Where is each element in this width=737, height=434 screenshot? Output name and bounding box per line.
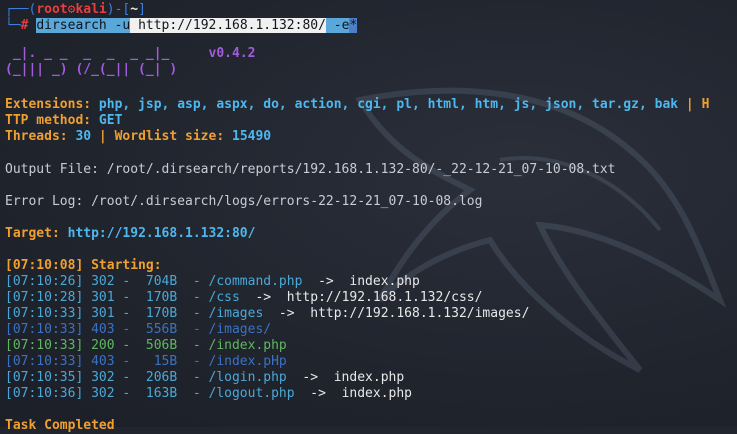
result-row: [07:10:26] 302 - 704B - /command.php -> …: [5, 274, 420, 290]
redirect-arrow-icon: ->: [263, 306, 311, 321]
terminal-window[interactable]: ┌──(root⚙kali)-[~] └─# dirsearch -u http…: [0, 0, 737, 433]
task-completed-line: Task Completed: [5, 418, 115, 433]
result-main: [07:10:33] 403 - 556B - /images/: [5, 322, 272, 337]
result-row: [07:10:36] 302 - 163B - /logout.php -> i…: [5, 386, 412, 402]
redirect-target: index.php: [341, 386, 413, 401]
banner-line-2: (_||| _) (/_(_|| (_| ): [5, 62, 178, 77]
result-row: [07:10:33] 403 - 556B - /images/: [5, 322, 271, 338]
redirect-arrow-icon: ->: [294, 386, 342, 401]
result-row: [07:10:33] 200 - 506B - /index.php: [5, 338, 287, 354]
redirect-arrow-icon: ->: [239, 290, 287, 305]
result-row: [07:10:35] 302 - 206B - /login.php -> in…: [5, 370, 404, 386]
starting-line: [07:10:08] Starting:: [5, 258, 162, 273]
redirect-target: http://192.168.1.132/images/: [310, 306, 530, 321]
redirect-target: index.php: [349, 274, 420, 289]
redirect-arrow-icon: ->: [302, 274, 350, 289]
output-file-line: Output File: /root/.dirsearch/reports/19…: [5, 162, 616, 177]
result-main: [07:10:35] 302 - 206B - /login.php: [5, 370, 287, 385]
redirect-target: index.php: [333, 370, 405, 385]
cursor-arg: *: [349, 18, 358, 33]
flag-u: -u: [114, 18, 131, 33]
result-main: [07:10:26] 302 - 704B - /command.php: [5, 274, 303, 289]
redirect-arrow-icon: ->: [286, 370, 334, 385]
command-url: http://192.168.1.132:80/: [138, 18, 326, 33]
result-main: [07:10:28] 301 - 170B - /css: [5, 290, 240, 305]
result-main: [07:10:36] 302 - 163B - /logout.php: [5, 386, 295, 401]
target-line: Target: http://192.168.1.132:80/: [5, 226, 256, 241]
version-label: v0.4.2: [208, 46, 256, 61]
threads-line: Threads: 30 | Wordlist size: 15490: [5, 129, 272, 144]
result-row: [07:10:33] 403 - 15B - /index.pHp: [5, 354, 287, 370]
result-row: [07:10:33] 301 - 170B - /images -> http:…: [5, 306, 529, 322]
error-log-line: Error Log: /root/.dirsearch/logs/errors-…: [5, 194, 483, 209]
command-line[interactable]: └─# dirsearch -u http://192.168.1.132:80…: [5, 18, 358, 34]
flag-e: -e: [333, 18, 350, 33]
extensions-line: Extensions: php, jsp, asp, aspx, do, act…: [5, 97, 710, 112]
result-row: [07:10:28] 301 - 170B - /css -> http://1…: [5, 290, 482, 306]
result-main: [07:10:33] 403 - 15B - /index.pHp: [5, 354, 287, 369]
redirect-target: http://192.168.1.132/css/: [286, 290, 483, 305]
result-main: [07:10:33] 301 - 170B - /images: [5, 306, 264, 321]
command-program: dirsearch: [36, 18, 107, 33]
result-main: [07:10:33] 200 - 506B - /index.php: [5, 338, 287, 353]
banner-line-1: _|. _ _ _ _ _ _|_ v0.4.2: [5, 46, 256, 61]
method-line: TTP method: GET: [5, 113, 123, 128]
prompt-line-top: ┌──(root⚙kali)-[~]: [5, 2, 146, 17]
